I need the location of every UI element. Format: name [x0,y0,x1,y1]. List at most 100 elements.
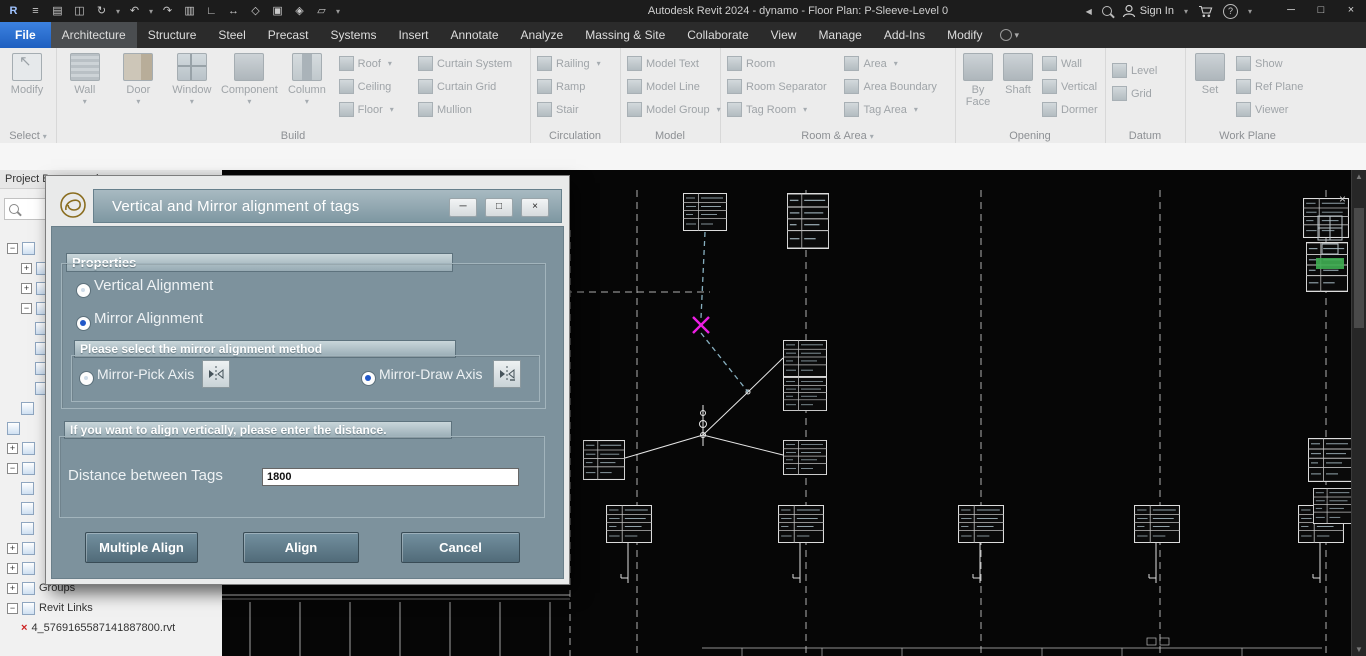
vertical-alignment-radio[interactable] [76,283,91,298]
ramp-button[interactable]: Ramp [534,75,616,98]
scrollbar-thumb[interactable] [1354,208,1364,328]
component-button[interactable]: Component [221,51,278,108]
tab-annotate[interactable]: Annotate [439,22,509,48]
tree-row-linked-file[interactable]: 4_5769165587141887800.rvt [0,618,222,638]
curtain-system-button[interactable]: Curtain System [415,52,526,75]
canvas-scrollbar[interactable]: ▲ ▼ [1351,170,1366,656]
level-button[interactable]: Level [1109,59,1179,82]
tab-systems[interactable]: Systems [319,22,387,48]
dialog-title-bar[interactable]: Vertical and Mirror alignment of tags [93,189,562,223]
close-view-icon[interactable] [1339,192,1346,206]
sign-in-dropdown-icon[interactable]: ▾ [1184,7,1188,16]
select-panel-label[interactable]: Select [0,130,56,142]
sync-icon[interactable] [94,1,109,21]
undo-icon[interactable] [127,1,142,21]
expander-icon[interactable] [7,542,18,554]
search-icon[interactable] [1101,6,1112,16]
by-face-button[interactable]: By Face [959,51,997,108]
tag-room-button[interactable]: Tag Room [724,98,839,121]
wall-button[interactable]: Wall [60,51,110,108]
redo-icon[interactable] [160,1,175,21]
expander-icon[interactable] [21,262,32,274]
revit-logo-icon[interactable] [6,1,21,21]
expander-icon[interactable] [7,602,18,614]
door-button[interactable]: Door [114,51,164,108]
dialog-minimize-button[interactable] [449,198,477,217]
ref-plane-button[interactable]: Ref Plane [1233,75,1305,98]
expander-icon[interactable] [7,562,18,574]
mirror-alignment-radio[interactable] [76,316,91,331]
help-icon[interactable]: ? [1222,3,1238,19]
floor-button[interactable]: Floor [336,98,411,121]
align-button[interactable]: Align [243,532,359,563]
collapse-search-icon[interactable]: ◀ [1086,7,1092,16]
thin-lines-icon[interactable] [314,1,329,21]
app-menu-icon[interactable] [28,1,43,21]
window-button[interactable]: Window [167,51,217,108]
roof-button[interactable]: Roof [336,52,411,75]
dimension-icon[interactable] [226,1,241,21]
save-icon[interactable] [72,1,87,21]
room-separator-button[interactable]: Room Separator [724,75,839,98]
mullion-button[interactable]: Mullion [415,98,526,121]
curtain-grid-button[interactable]: Curtain Grid [415,75,526,98]
column-button[interactable]: Column [282,51,332,108]
dormer-button[interactable]: Dormer [1039,98,1101,121]
expander-icon[interactable] [7,582,18,594]
print-icon[interactable] [182,1,197,21]
viewer-button[interactable]: Viewer [1233,98,1305,121]
show-button[interactable]: Show [1233,52,1305,75]
area-button[interactable]: Area [841,52,951,75]
expander-icon[interactable] [7,462,18,474]
tab-collaborate[interactable]: Collaborate [676,22,759,48]
tab-massing-site[interactable]: Massing & Site [574,22,676,48]
model-text-button[interactable]: Model Text [624,52,716,75]
tab-structure[interactable]: Structure [137,22,208,48]
mirror-pick-axis-radio[interactable] [79,371,94,386]
expander-icon[interactable] [21,282,32,294]
room-area-panel-label[interactable]: Room & Area [720,130,955,142]
3d-view-icon[interactable] [270,1,285,21]
measure-icon[interactable] [204,1,219,21]
expander-icon[interactable] [21,302,32,314]
multiple-align-button[interactable]: Multiple Align [85,532,198,563]
close-button[interactable] [1336,0,1366,22]
minimize-button[interactable] [1276,0,1306,22]
ribbon-display-toggle[interactable]: ▾ [994,22,1019,48]
scroll-up-icon[interactable]: ▲ [1352,172,1366,181]
tree-row-revit-links[interactable]: Revit Links [0,598,222,618]
expander-icon[interactable] [7,242,18,254]
tag-icon[interactable] [248,1,263,21]
open-icon[interactable] [50,1,65,21]
grid-button[interactable]: Grid [1109,82,1179,105]
store-cart-icon[interactable] [1198,5,1213,18]
tab-precast[interactable]: Precast [257,22,320,48]
mirror-draw-axis-radio[interactable] [361,371,376,386]
ceiling-button[interactable]: Ceiling [336,75,411,98]
tab-architecture[interactable]: Architecture [50,22,137,48]
qat-overflow-icon[interactable]: ▾ [336,7,340,16]
section-icon[interactable] [292,1,307,21]
tab-manage[interactable]: Manage [807,22,872,48]
vertical-button[interactable]: Vertical [1039,75,1101,98]
tab-steel[interactable]: Steel [207,22,256,48]
area-boundary-button[interactable]: Area Boundary [841,75,951,98]
mirror-pick-axis-button[interactable] [202,360,230,388]
shaft-button[interactable]: Shaft [999,51,1037,96]
distance-input[interactable] [262,468,519,486]
model-group-button[interactable]: Model Group [624,98,716,121]
tab-add-ins[interactable]: Add-Ins [873,22,936,48]
sync-dropdown-icon[interactable]: ▾ [116,7,120,16]
tab-analyze[interactable]: Analyze [510,22,575,48]
model-line-button[interactable]: Model Line [624,75,716,98]
tag-area-button[interactable]: Tag Area [841,98,951,121]
maximize-button[interactable] [1306,0,1336,22]
railing-button[interactable]: Railing [534,52,616,75]
opening-wall-button[interactable]: Wall [1039,52,1101,75]
help-dropdown-icon[interactable]: ▾ [1248,7,1252,16]
tab-view[interactable]: View [760,22,808,48]
set-button[interactable]: Set [1189,51,1231,96]
scroll-down-icon[interactable]: ▼ [1352,645,1366,654]
cancel-button[interactable]: Cancel [401,532,520,563]
stair-button[interactable]: Stair [534,98,616,121]
